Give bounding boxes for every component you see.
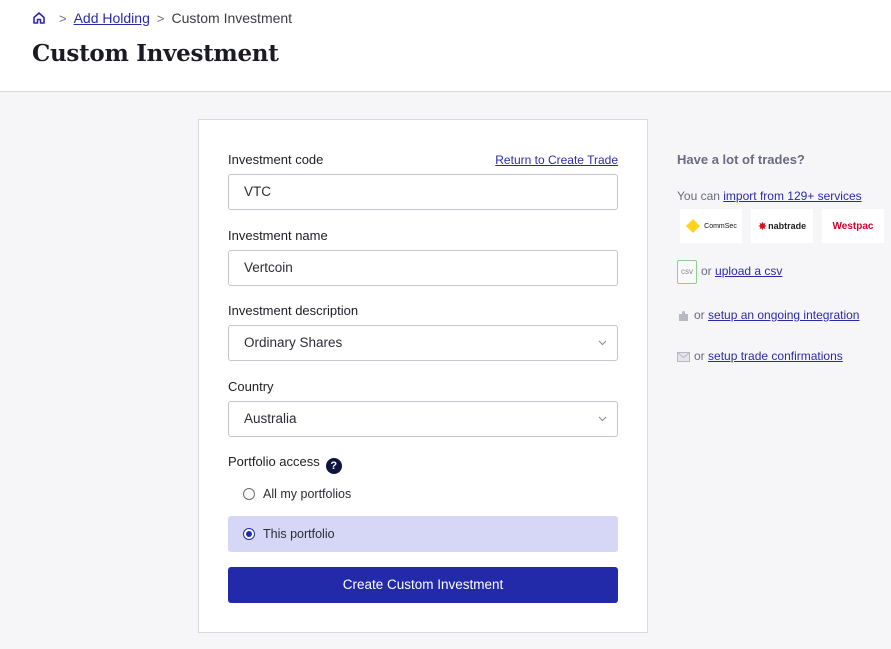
import-prefix: You can (677, 189, 724, 203)
radio-label: This portfolio (263, 527, 335, 541)
confirm-prefix: or (694, 349, 709, 363)
country-select[interactable]: Australia (228, 401, 618, 437)
westpac-logo[interactable]: Westpac (822, 209, 884, 243)
nab-star-icon: ✸ (757, 220, 768, 233)
commsec-logo[interactable]: CommSec (680, 209, 742, 243)
home-icon[interactable] (32, 11, 46, 25)
puzzle-icon (679, 310, 688, 321)
help-icon[interactable]: ? (325, 458, 342, 474)
setup-trade-confirmations-link[interactable]: setup trade confirmations (708, 349, 843, 363)
csv-file-icon: csv (677, 260, 697, 284)
breadcrumb: > Add Holding > Custom Investment (32, 10, 292, 26)
investment-code-input[interactable]: VTC (228, 174, 618, 210)
import-text: You can import from 129+ services (677, 189, 862, 203)
portfolio-access-text: Portfolio access (228, 454, 320, 469)
radio-all-portfolios[interactable]: All my portfolios (228, 476, 618, 512)
westpac-logo-text: Westpac (832, 220, 874, 232)
create-custom-investment-button[interactable]: Create Custom Investment (228, 567, 618, 603)
radio-this-portfolio[interactable]: This portfolio (228, 516, 618, 552)
breadcrumb-separator: > (156, 10, 165, 26)
chevron-down-icon (598, 416, 607, 422)
integration-row: or setup an ongoing integration (677, 308, 859, 322)
upload-csv-link[interactable]: upload a csv (715, 264, 782, 278)
return-to-create-trade-link[interactable]: Return to Create Trade (495, 153, 618, 167)
radio-button-checked[interactable] (243, 528, 255, 540)
confirmations-row: or setup trade confirmations (677, 349, 843, 363)
nabtrade-logo[interactable]: ✸ nabtrade (751, 209, 813, 243)
radio-label: All my portfolios (263, 487, 352, 501)
nabtrade-logo-text: nabtrade (768, 221, 807, 231)
investment-name-label: Investment name (228, 228, 328, 243)
upload-csv-row: csv or upload a csv (677, 260, 782, 284)
custom-investment-form: Investment code Return to Create Trade V… (198, 119, 648, 633)
breadcrumb-current: Custom Investment (171, 10, 293, 26)
setup-integration-link[interactable]: setup an ongoing integration (708, 308, 859, 322)
page-title: Custom Investment (32, 40, 279, 67)
chevron-down-icon (598, 340, 607, 346)
investment-code-label: Investment code (228, 152, 324, 167)
investment-description-value: Ordinary Shares (244, 335, 343, 350)
investment-name-input[interactable]: Vertcoin (228, 250, 618, 286)
page-header: > Add Holding > Custom Investment Custom… (0, 0, 891, 92)
country-label: Country (228, 379, 274, 394)
breadcrumb-separator: > (59, 10, 67, 26)
csv-prefix: or (701, 264, 716, 279)
envelope-icon (677, 351, 690, 362)
commsec-logo-text: CommSec (704, 222, 737, 230)
commsec-diamond-icon (686, 219, 701, 233)
investment-description-label: Investment description (228, 303, 359, 318)
investment-description-select[interactable]: Ordinary Shares (228, 325, 618, 361)
integration-prefix: or (694, 308, 709, 322)
radio-button[interactable] (243, 488, 255, 500)
portfolio-access-label: Portfolio access? (228, 454, 342, 474)
import-sidebar: Have a lot of trades? You can import fro… (677, 152, 891, 363)
breadcrumb-add-holding-link[interactable]: Add Holding (74, 10, 150, 26)
country-value: Australia (244, 411, 297, 426)
import-services-link[interactable]: import from 129+ services (723, 189, 861, 203)
sidebar-title: Have a lot of trades? (677, 152, 805, 167)
